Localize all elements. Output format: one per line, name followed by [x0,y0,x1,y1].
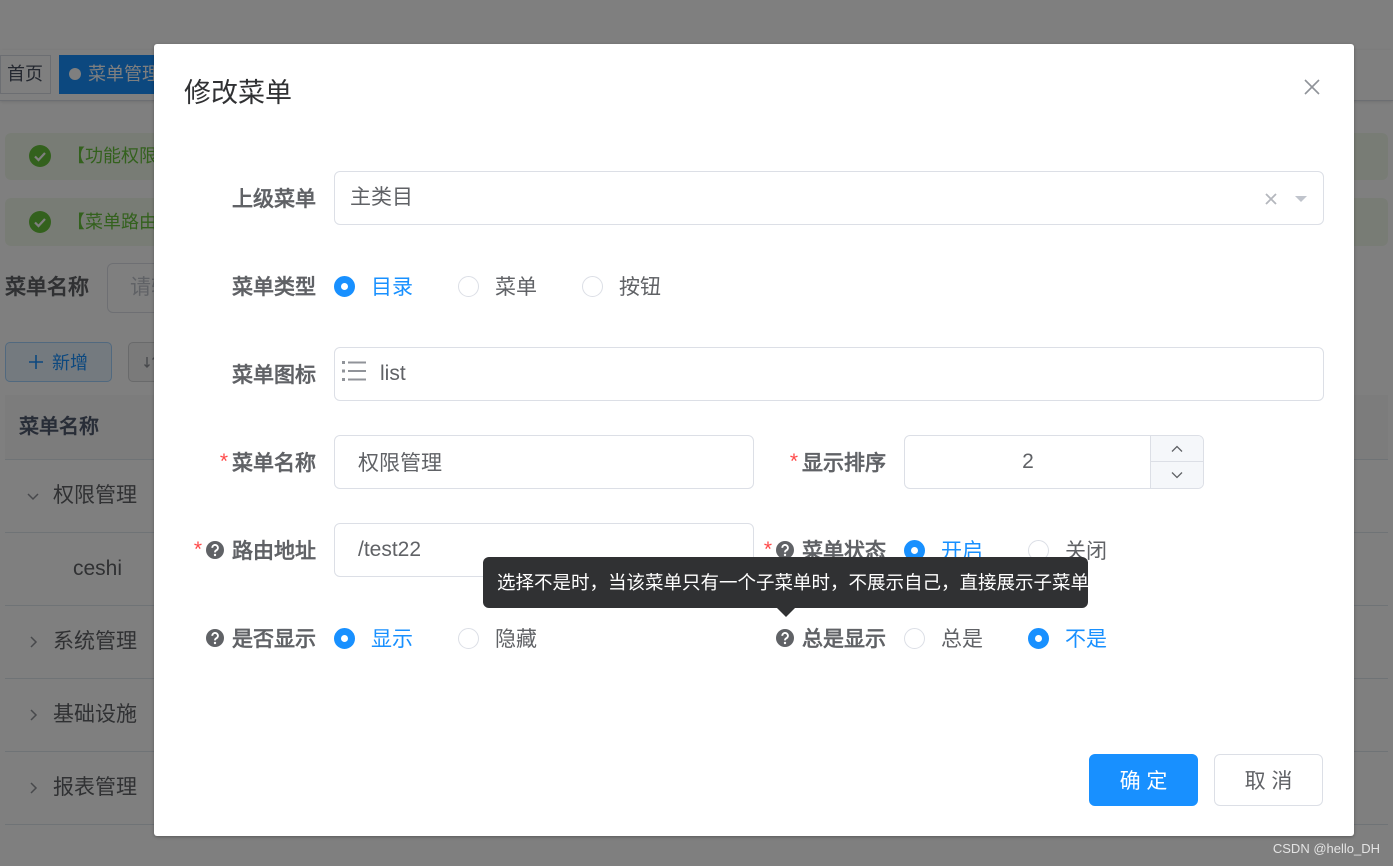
is-visible-label: 是否显示 [184,611,334,665]
menu-icon-picker [334,347,1324,401]
menu-type-label: 菜单类型 [184,259,334,313]
radio-menu-type-menu[interactable]: 菜单 [458,259,537,313]
edit-menu-dialog: 修改菜单 上级菜单 主类目 菜单类型 目录 菜单 按钮 菜单图标 list * … [154,44,1354,836]
radio-always-yes[interactable]: 总是 [904,611,983,665]
stepper-controls [1150,436,1203,488]
dialog-close-button[interactable] [1303,78,1321,96]
parent-menu-select[interactable]: 主类目 [334,171,1324,225]
chevron-up-icon [1171,445,1183,452]
label-text: 是否显示 [232,628,316,651]
label-text: 显示排序 [802,452,886,475]
order-num-stepper [904,435,1204,489]
radio-label[interactable]: 显示 [355,623,413,653]
radio-menu-type-directory[interactable]: 目录 [334,259,413,313]
route-path-label: * 路由地址 [184,523,334,577]
always-show-help-tooltip: 选择不是时，当该菜单只有一个子菜单时，不展示自己，直接展示子菜单 [483,557,1090,617]
radio-label[interactable]: 不是 [1049,623,1107,653]
chevron-down-icon [1171,472,1183,479]
always-show-radio-group: 总是 不是 [904,611,1152,665]
clear-icon[interactable] [1264,192,1278,206]
radio-circle[interactable] [904,627,925,649]
label-text: 菜单名称 [232,452,316,475]
parent-menu-value: 主类目 [350,186,413,209]
order-num-label: * 显示排序 [754,435,904,489]
watermark: CSDN @hello_DH [1272,841,1380,856]
always-show-label: 总是显示 [754,611,904,665]
radio-circle[interactable] [1028,627,1049,649]
is-visible-radio-group: 显示 隐藏 [334,611,582,665]
radio-menu-type-button[interactable]: 按钮 [582,259,661,313]
caret-down-icon[interactable] [1294,192,1308,206]
label-text: 上级菜单 [232,188,316,211]
dialog-title: 修改菜单 [184,78,292,108]
radio-label[interactable]: 隐藏 [479,623,537,653]
radio-circle[interactable] [458,627,479,649]
radio-label[interactable]: 按钮 [603,271,661,301]
tooltip-arrow [777,608,795,617]
radio-circle[interactable] [458,275,479,297]
radio-visible-show[interactable]: 显示 [334,611,413,665]
required-mark: * [789,450,798,473]
menu-icon-input[interactable] [334,347,1324,401]
radio-label[interactable]: 目录 [355,271,413,301]
menu-name-label: * 菜单名称 [184,435,334,489]
radio-label[interactable]: 菜单 [479,271,537,301]
increase-button[interactable] [1151,436,1203,462]
question-circle-icon[interactable] [776,629,794,647]
label-text: 菜单类型 [232,276,316,299]
question-circle-icon[interactable] [206,629,224,647]
close-icon[interactable] [1303,78,1321,96]
menu-name-input[interactable] [334,435,754,489]
radio-label[interactable]: 总是 [925,623,983,653]
menu-type-radio-group: 目录 菜单 按钮 [334,259,706,313]
radio-visible-hide[interactable]: 隐藏 [458,611,537,665]
radio-always-no[interactable]: 不是 [1028,611,1107,665]
radio-circle[interactable] [334,627,355,649]
radio-circle[interactable] [582,275,603,297]
required-mark: * [219,450,228,473]
tooltip-text: 选择不是时，当该菜单只有一个子菜单时，不展示自己，直接展示子菜单 [497,572,1090,593]
decrease-button[interactable] [1151,462,1203,488]
list-icon [342,361,366,381]
required-mark: * [193,538,202,561]
question-circle-icon[interactable] [206,541,224,559]
parent-menu-label: 上级菜单 [184,171,334,225]
label-text: 总是显示 [802,628,886,651]
confirm-button[interactable]: 确 定 [1089,754,1198,806]
radio-circle[interactable] [334,275,355,297]
cancel-button[interactable]: 取 消 [1214,754,1323,806]
label-text: 路由地址 [232,540,316,563]
label-text: 菜单图标 [232,364,316,387]
menu-icon-label: 菜单图标 [184,347,334,401]
order-num-input[interactable] [905,436,1151,488]
